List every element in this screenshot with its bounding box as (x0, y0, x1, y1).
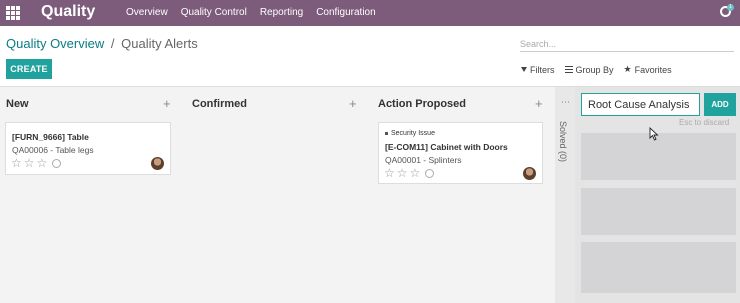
column-title: Action Proposed (378, 98, 467, 110)
breadcrumb: Quality Overview / Quality Alerts (6, 36, 198, 51)
star-icon[interactable]: ☆ (397, 166, 408, 180)
column-add-icon[interactable]: + (535, 96, 543, 111)
breadcrumb-quality-overview[interactable]: Quality Overview (6, 36, 104, 51)
menu-item-configuration[interactable]: Configuration (316, 7, 375, 18)
star-icon[interactable]: ☆ (410, 166, 421, 180)
menu-item-quality-control[interactable]: Quality Control (181, 7, 247, 18)
group-by-label: Group By (575, 64, 614, 75)
filters-button[interactable]: Filters (521, 64, 555, 75)
tag-dot-icon (385, 132, 388, 135)
search-bar (520, 34, 734, 53)
activity-clock-icon[interactable] (425, 168, 435, 178)
filter-toolbar: Filters Group By ★ Favorites (521, 64, 672, 75)
list-icon (564, 66, 573, 73)
search-input[interactable] (520, 35, 734, 53)
breadcrumb-separator: / (110, 36, 115, 51)
kanban-board: New + [FURN_9666] Table QA00006 - Table … (0, 87, 740, 303)
card-title: [E-COM11] Cabinet with Doors (385, 142, 508, 152)
kanban-column-action-proposed: Action Proposed + Security Issue [E-COM1… (370, 87, 555, 303)
column-title: New (6, 98, 29, 110)
add-column-button[interactable]: ADD (704, 93, 736, 116)
activity-clock-icon[interactable] (52, 158, 62, 168)
activity-badge: 1 (727, 4, 734, 11)
priority-stars[interactable]: ☆ ☆ ☆ (11, 156, 62, 170)
menu-item-reporting[interactable]: Reporting (260, 7, 303, 18)
breadcrumb-current: Quality Alerts (121, 36, 198, 51)
app-brand[interactable]: Quality (41, 3, 95, 21)
card-title: [FURN_9666] Table (12, 132, 89, 142)
star-icon[interactable]: ☆ (384, 166, 395, 180)
card-subtitle: QA00001 - Splinters (385, 155, 462, 165)
favorites-button[interactable]: ★ Favorites (624, 64, 672, 75)
star-icon[interactable]: ☆ (24, 156, 35, 170)
kanban-column-new: New + [FURN_9666] Table QA00006 - Table … (0, 87, 185, 303)
kanban-card[interactable]: Security Issue [E-COM11] Cabinet with Do… (378, 122, 543, 184)
priority-stars[interactable]: ☆ ☆ ☆ (384, 166, 435, 180)
kanban-card[interactable]: [FURN_9666] Table QA00006 - Table legs ☆… (5, 122, 171, 175)
activity-button[interactable]: 1 (720, 4, 734, 19)
discard-hint: Esc to discard (679, 118, 730, 127)
top-navbar: Quality Overview Quality Control Reporti… (0, 0, 740, 26)
apps-grid-icon[interactable] (6, 6, 20, 20)
star-icon[interactable]: ☆ (11, 156, 22, 170)
placeholder-card (581, 242, 736, 293)
filters-label: Filters (530, 64, 555, 75)
kanban-column-solved-folded[interactable]: ⋯ Solved (0) (555, 87, 575, 303)
funnel-icon (521, 67, 527, 72)
column-title: Confirmed (192, 98, 247, 110)
card-tag: Security Issue (385, 130, 435, 137)
column-add-icon[interactable]: + (163, 96, 171, 111)
star-icon: ★ (623, 64, 632, 74)
placeholder-card (581, 188, 736, 235)
kanban-column-confirmed: Confirmed + (185, 87, 370, 303)
column-add-icon[interactable]: + (349, 96, 357, 111)
create-button[interactable]: CREATE (6, 59, 52, 79)
card-subtitle: QA00006 - Table legs (12, 145, 94, 155)
avatar (523, 167, 536, 180)
column-name-input[interactable]: Root Cause Analysis (581, 93, 700, 116)
menu-item-overview[interactable]: Overview (126, 7, 168, 18)
favorites-label: Favorites (634, 64, 672, 75)
star-icon[interactable]: ☆ (37, 156, 48, 170)
column-menu-icon[interactable]: ⋯ (561, 97, 570, 108)
mouse-pointer-icon (649, 127, 659, 141)
group-by-button[interactable]: Group By (564, 64, 614, 75)
quick-add-column: Root Cause Analysis ADD Esc to discard (575, 87, 740, 303)
folded-column-label: Solved (0) (558, 121, 568, 163)
tag-label: Security Issue (391, 130, 435, 137)
avatar (151, 157, 164, 170)
control-panel: Quality Overview / Quality Alerts CREATE… (0, 26, 740, 87)
main-menu: Overview Quality Control Reporting Confi… (126, 7, 376, 18)
